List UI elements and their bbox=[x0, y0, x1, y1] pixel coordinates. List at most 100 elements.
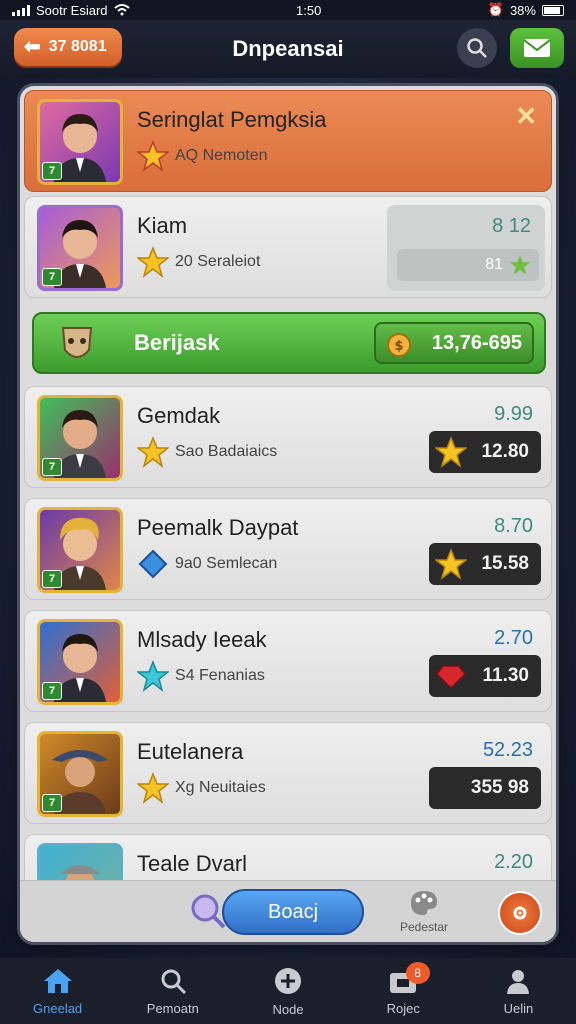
score-top: 2.20 bbox=[494, 851, 533, 873]
level-badge: 7 bbox=[42, 162, 62, 180]
score-top: 2.70 bbox=[494, 627, 533, 649]
pedestal-button[interactable]: Pedestar bbox=[392, 889, 456, 934]
home-icon bbox=[43, 968, 72, 993]
list-item-highlighted[interactable]: 7 Seringlat Pemgksia AQ Nemoten ✕ bbox=[24, 90, 552, 192]
page-title: Dnpeansai bbox=[232, 36, 344, 61]
list-item[interactable]: 7 Gemdak Sao Badaiaics 9.99 12.80 bbox=[24, 386, 552, 488]
row-name: Peemalk Daypat bbox=[137, 515, 299, 540]
score-box: 12.80 bbox=[429, 431, 541, 473]
star-icon bbox=[137, 436, 169, 468]
score-bottom: 81 bbox=[485, 256, 503, 273]
score-value: 12.80 bbox=[481, 441, 529, 462]
highlight-bar[interactable]: Berijask $ 13,76-695 bbox=[32, 312, 546, 374]
mail-button[interactable] bbox=[510, 28, 564, 68]
score-box: 15.58 bbox=[429, 543, 541, 585]
search-icon bbox=[161, 969, 186, 994]
wifi-icon bbox=[113, 4, 130, 16]
notification-badge: 8 bbox=[405, 962, 430, 984]
back-label: 37 8081 bbox=[48, 38, 107, 55]
list-item[interactable]: 7 Mlsady Ieeak S4 Fenanias 2.70 11.30 bbox=[24, 610, 552, 712]
search-button[interactable] bbox=[457, 28, 497, 68]
star-icon bbox=[137, 246, 169, 278]
star-icon bbox=[137, 772, 169, 804]
score-top: 8.70 bbox=[494, 515, 533, 537]
avatar: 7 bbox=[37, 619, 123, 705]
palette-icon bbox=[411, 891, 437, 915]
score-top: 52.23 bbox=[482, 739, 533, 761]
coin-icon: $ bbox=[387, 333, 411, 357]
plus-circle-icon bbox=[275, 967, 301, 994]
nav-projects[interactable]: 8 Rojec bbox=[346, 958, 461, 1024]
avatar: 7 bbox=[37, 205, 123, 291]
status-bar: Sootr Esiard 1:50 ⏰ 38% bbox=[0, 0, 576, 20]
arrow-left-icon: ⬅ bbox=[24, 36, 41, 58]
row-subtitle: Xg Neuitaies bbox=[175, 779, 266, 796]
bottom-nav: Gneelad Pemoatn Node 8 Rojec Uelin bbox=[0, 958, 576, 1024]
star-icon bbox=[435, 436, 467, 468]
alarm-icon: ⏰ bbox=[487, 2, 504, 17]
star-icon bbox=[509, 255, 531, 275]
nav-label: Uelin bbox=[503, 1000, 534, 1016]
gem-icon bbox=[138, 549, 168, 579]
level-badge: 7 bbox=[42, 794, 62, 812]
nav-label: Gneelad bbox=[33, 1000, 83, 1016]
row-name: Seringlat Pemgksia bbox=[137, 107, 327, 132]
signal-icon bbox=[12, 4, 30, 16]
header: ⬅ 37 8081 Dnpeansai bbox=[0, 20, 576, 78]
avatar: 7 bbox=[37, 507, 123, 593]
search-icon bbox=[467, 38, 487, 58]
score-bottom-box: 81 bbox=[397, 249, 539, 281]
score-top: 8 12 bbox=[492, 215, 531, 237]
row-name: Teale Dvarl bbox=[137, 851, 248, 876]
level-badge: 7 bbox=[42, 570, 62, 588]
row-name: Gemdak bbox=[137, 403, 221, 428]
nav-label: Pemoatn bbox=[146, 1000, 199, 1016]
avatar: 7 bbox=[37, 395, 123, 481]
svg-text:$: $ bbox=[394, 339, 403, 354]
list-item[interactable]: 7 Peemalk Daypat 9a0 Semlecan 8.70 15.58 bbox=[24, 498, 552, 600]
list-item[interactable]: 7 Eutelanera Xg Neuitaies 52.23 355 98 bbox=[24, 722, 552, 824]
close-icon[interactable]: ✕ bbox=[515, 101, 537, 132]
star-icon bbox=[137, 140, 169, 172]
nav-label: Rojec bbox=[386, 1000, 420, 1016]
mask-icon bbox=[61, 327, 93, 358]
nav-profile[interactable]: Uelin bbox=[461, 958, 576, 1024]
nav-label: Node bbox=[272, 1001, 304, 1017]
battery-label: 38% bbox=[509, 2, 536, 18]
nav-search[interactable]: Pemoatn bbox=[115, 958, 230, 1024]
settings-button[interactable] bbox=[498, 891, 542, 935]
avatar: 7 bbox=[37, 99, 123, 185]
board-button[interactable]: Boacj bbox=[222, 889, 364, 935]
row-name: Mlsady Ieeak bbox=[137, 627, 267, 652]
score-box: 11.30 bbox=[429, 655, 541, 697]
score-panel: 8 12 81 bbox=[387, 205, 545, 291]
battery-icon bbox=[541, 4, 564, 16]
star-icon bbox=[137, 660, 169, 692]
nav-add[interactable]: Node bbox=[230, 958, 345, 1024]
ruby-icon bbox=[436, 665, 466, 690]
level-badge: 7 bbox=[42, 458, 62, 476]
status-time: 1:50 bbox=[296, 2, 322, 18]
row-subtitle: Sao Badaiaics bbox=[175, 443, 278, 460]
mail-icon bbox=[523, 39, 551, 57]
nav-home[interactable]: Gneelad bbox=[0, 958, 115, 1024]
row-subtitle: 20 Seraleiot bbox=[175, 253, 261, 270]
list-item[interactable]: 7 Kiam 20 Seraleiot 8 12 81 bbox=[24, 196, 552, 298]
avatar: 7 bbox=[37, 731, 123, 817]
row-name: Kiam bbox=[137, 213, 188, 238]
highlight-bar-value-pill: $ 13,76-695 bbox=[374, 322, 534, 364]
star-icon bbox=[435, 548, 467, 580]
score-value: 11.30 bbox=[482, 665, 530, 686]
highlight-bar-value: 13,76-695 bbox=[431, 331, 522, 354]
level-badge: 7 bbox=[42, 682, 62, 700]
score-top: 9.99 bbox=[494, 403, 533, 425]
user-icon bbox=[507, 969, 530, 994]
highlight-bar-label: Berijask bbox=[134, 330, 220, 355]
score-value: 15.58 bbox=[481, 553, 529, 574]
gear-icon bbox=[513, 906, 527, 920]
level-badge: 7 bbox=[42, 268, 62, 286]
pedestal-label: Pedestar bbox=[399, 920, 449, 934]
back-button[interactable]: ⬅ 37 8081 bbox=[14, 28, 122, 66]
row-subtitle: S4 Fenanias bbox=[175, 667, 265, 684]
row-subtitle: 9a0 Semlecan bbox=[175, 555, 278, 572]
